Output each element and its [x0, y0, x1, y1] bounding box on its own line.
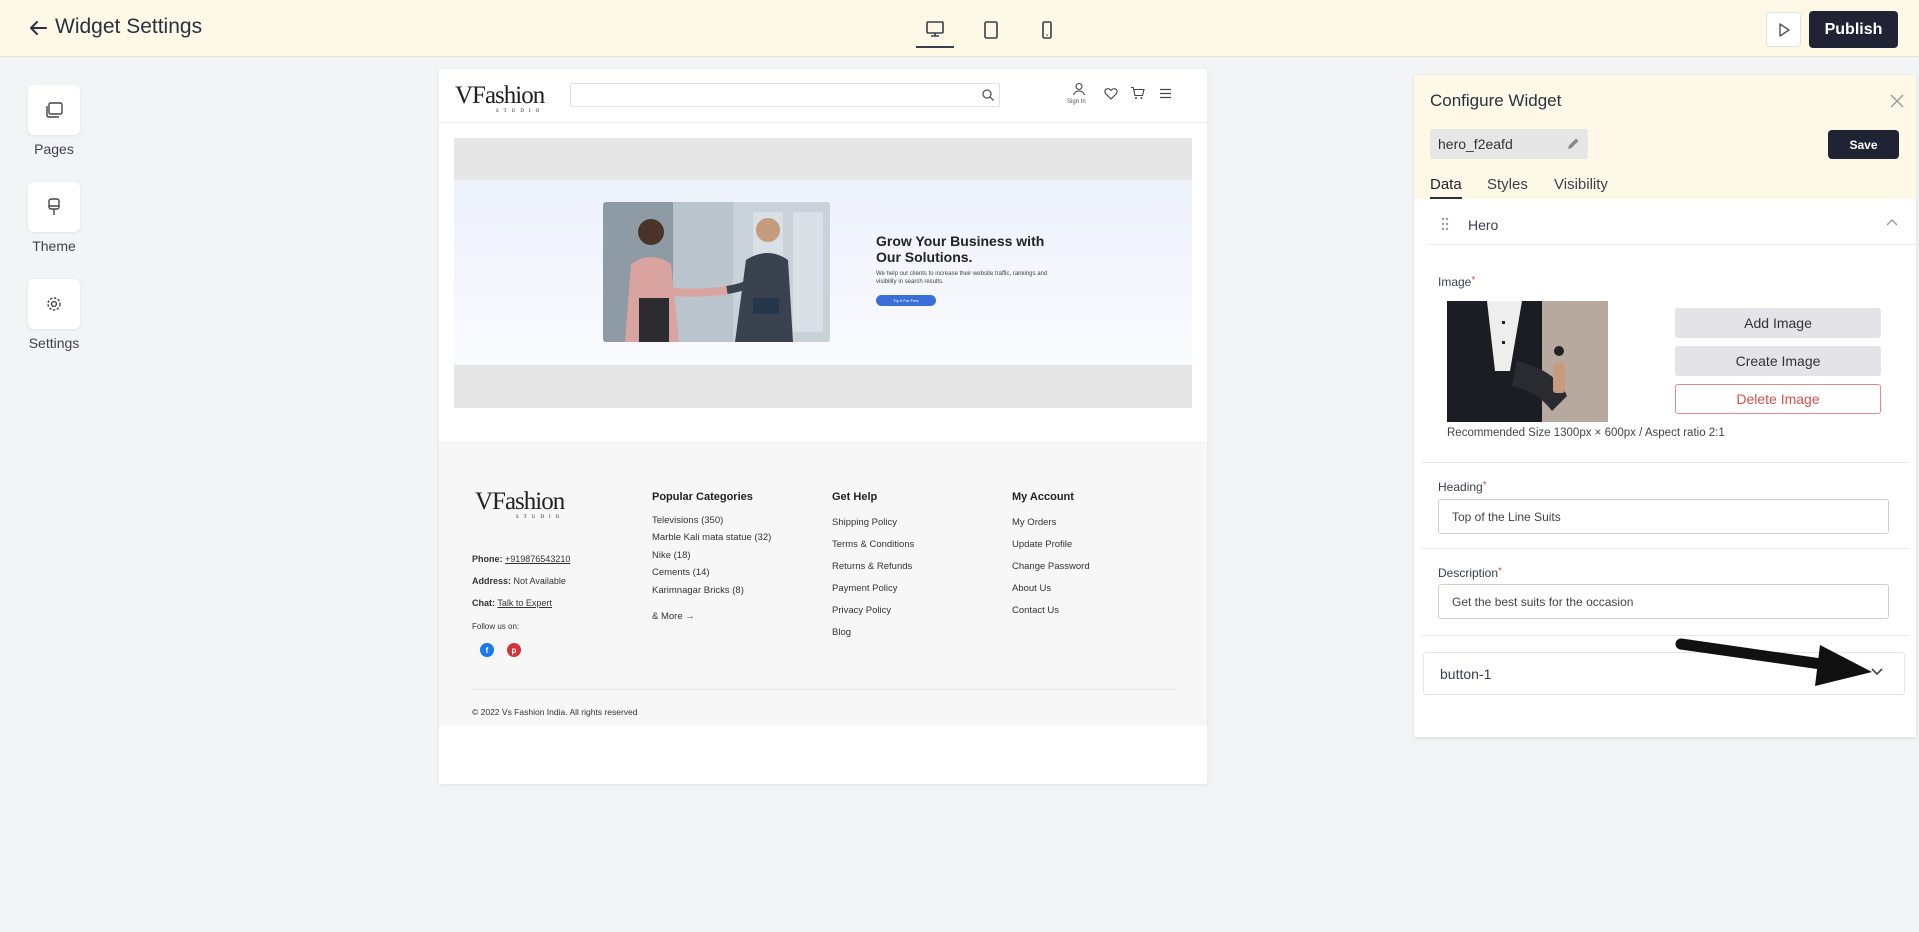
footer-column-title: Popular Categories	[652, 491, 753, 503]
sign-in-label[interactable]: Sign In	[1067, 99, 1086, 105]
top-bar: Widget Settings Publish	[0, 0, 1919, 57]
tab-styles[interactable]: Styles	[1487, 176, 1528, 197]
footer-address: Address: Not Available	[472, 576, 566, 586]
more-categories-link[interactable]: & More →	[652, 611, 695, 622]
widget-id-value: hero_f2eafd	[1438, 136, 1513, 152]
site-preview-canvas[interactable]: VFashion STUDIO Sign In Grow Your Busine…	[439, 69, 1207, 784]
add-image-button[interactable]: Add Image	[1675, 308, 1881, 338]
hero-section-label: Hero	[1468, 217, 1499, 233]
desktop-icon	[926, 21, 944, 37]
delete-image-button[interactable]: Delete Image	[1675, 384, 1881, 414]
description-label: Description*	[1438, 566, 1502, 580]
footer-logo: VFashion STUDIO	[475, 488, 565, 520]
footer-link[interactable]: About Us	[1012, 583, 1051, 594]
hero-widget[interactable]: Grow Your Business with Our Solutions. W…	[454, 138, 1192, 408]
site-search-input[interactable]	[570, 83, 1000, 107]
footer-link[interactable]: Change Password	[1012, 561, 1090, 572]
description-input[interactable]: Get the best suits for the occasion	[1438, 584, 1889, 619]
footer-link[interactable]: Karimnagar Bricks (8)	[652, 585, 744, 596]
mobile-view-button[interactable]	[1028, 12, 1066, 48]
theme-icon	[48, 198, 60, 215]
user-icon[interactable]	[1072, 82, 1086, 96]
menu-icon[interactable]	[1159, 88, 1172, 99]
widget-id-field[interactable]: hero_f2eafd	[1430, 129, 1588, 159]
site-footer: VFashion STUDIO Phone: +919876543210 Add…	[439, 441, 1207, 726]
hero-description: We help our clients to increase their we…	[876, 271, 1048, 285]
desktop-view-button[interactable]	[916, 12, 954, 48]
edit-pencil-icon[interactable]	[1566, 137, 1580, 151]
publish-button[interactable]: Publish	[1809, 11, 1898, 48]
settings-label: Settings	[28, 335, 80, 351]
facebook-icon[interactable]: f	[480, 643, 494, 657]
divider	[1422, 462, 1908, 463]
recommended-size-hint: Recommended Size 1300px × 600px / Aspect…	[1447, 427, 1725, 439]
tab-visibility[interactable]: Visibility	[1554, 176, 1608, 197]
heart-icon[interactable]	[1104, 87, 1118, 100]
cart-icon[interactable]	[1130, 86, 1145, 100]
footer-link[interactable]: Payment Policy	[832, 583, 897, 594]
image-label: Image*	[1438, 275, 1476, 289]
create-image-button[interactable]: Create Image	[1675, 346, 1881, 376]
panel-header: Configure Widget hero_f2eafd Save Data S…	[1414, 75, 1916, 199]
hero-section-header[interactable]: Hero	[1428, 205, 1916, 245]
footer-link[interactable]: Returns & Refunds	[832, 561, 912, 572]
site-logo[interactable]: VFashion STUDIO	[455, 83, 545, 114]
back-arrow-icon[interactable]	[27, 17, 49, 39]
close-icon[interactable]	[1889, 93, 1905, 109]
footer-divider	[471, 689, 1175, 690]
hero-image	[603, 202, 830, 342]
panel-title: Configure Widget	[1430, 91, 1562, 110]
chat-link[interactable]: Talk to Expert	[497, 598, 552, 608]
footer-link[interactable]: Update Profile	[1012, 539, 1072, 550]
drag-handle-icon[interactable]	[1440, 217, 1450, 231]
annotation-arrow-icon	[1675, 638, 1872, 686]
tablet-icon	[984, 21, 998, 39]
tablet-view-button[interactable]	[972, 12, 1010, 48]
heading-input[interactable]: Top of the Line Suits	[1438, 499, 1889, 534]
pages-icon	[46, 102, 63, 118]
heading-label: Heading*	[1438, 480, 1487, 494]
hero-banner: Grow Your Business with Our Solutions. W…	[454, 180, 1192, 365]
footer-phone: Phone: +919876543210	[472, 554, 571, 564]
pages-label: Pages	[34, 141, 74, 157]
hero-cta-button[interactable]: Try It For Free	[876, 295, 936, 306]
pinterest-icon[interactable]: p	[507, 643, 521, 657]
mobile-icon	[1042, 21, 1052, 39]
footer-column-title: Get Help	[832, 491, 878, 503]
settings-button[interactable]	[28, 279, 80, 329]
footer-link[interactable]: Cements (14)	[652, 567, 710, 578]
button-1-label: button-1	[1440, 666, 1492, 682]
footer-link[interactable]: My Orders	[1012, 517, 1056, 528]
divider	[1422, 548, 1908, 549]
site-header: VFashion STUDIO Sign In	[439, 69, 1207, 123]
tab-data[interactable]: Data	[1430, 176, 1462, 199]
follow-label: Follow us on:	[472, 622, 520, 631]
footer-link[interactable]: Privacy Policy	[832, 605, 891, 616]
footer-chat: Chat: Talk to Expert	[472, 598, 552, 608]
footer-link[interactable]: Shipping Policy	[832, 517, 897, 528]
save-button[interactable]: Save	[1828, 130, 1899, 159]
preview-button[interactable]	[1766, 12, 1801, 47]
footer-link[interactable]: Nike (18)	[652, 550, 691, 561]
footer-link[interactable]: Marble Kali mata statue (32)	[652, 532, 771, 543]
pages-button[interactable]	[28, 85, 80, 135]
phone-link[interactable]: +919876543210	[505, 554, 570, 564]
footer-link[interactable]: Blog	[832, 627, 851, 638]
theme-button[interactable]	[28, 182, 80, 232]
copyright-text: © 2022 Vs Fashion India. All rights rese…	[472, 707, 638, 717]
hero-image-thumbnail[interactable]	[1447, 301, 1608, 422]
footer-link[interactable]: Terms & Conditions	[832, 539, 914, 550]
chevron-up-icon[interactable]	[1885, 217, 1899, 227]
footer-link[interactable]: Contact Us	[1012, 605, 1059, 616]
page-title: Widget Settings	[55, 15, 203, 38]
hero-heading: Grow Your Business with Our Solutions.	[876, 233, 1045, 265]
footer-column-title: My Account	[1012, 491, 1074, 503]
search-icon	[982, 89, 994, 101]
footer-link[interactable]: Televisions (350)	[652, 515, 723, 526]
gear-icon	[47, 297, 61, 311]
play-icon	[1778, 22, 1790, 37]
theme-label: Theme	[32, 238, 76, 254]
